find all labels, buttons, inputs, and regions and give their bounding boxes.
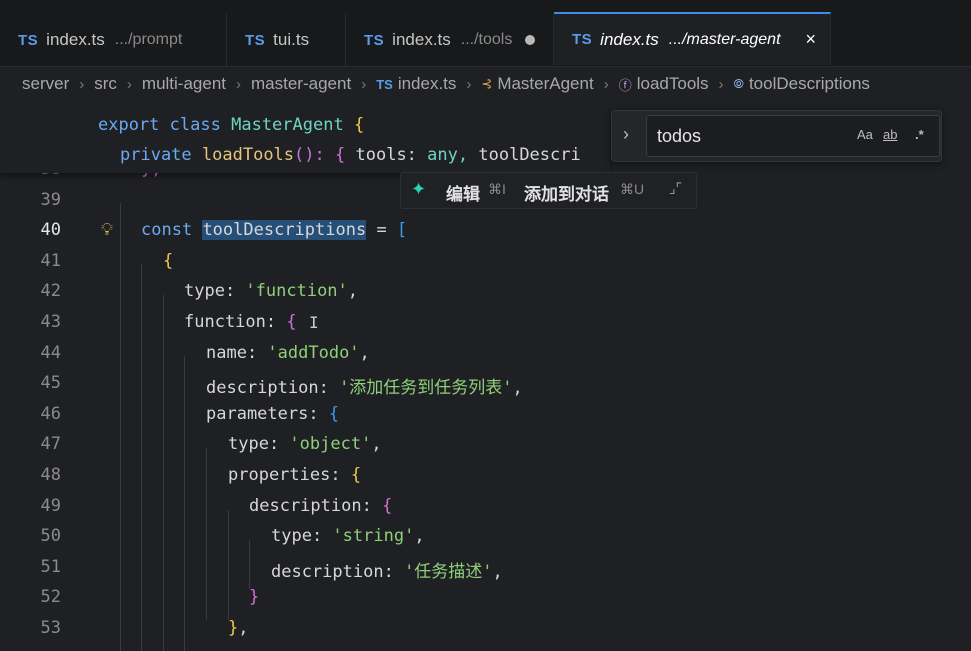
tab-path: .../tools: [460, 31, 513, 48]
inline-action-bar: ✦ 编辑 ⌘I 添加到对话 ⌘U ⌟⌜: [400, 172, 697, 209]
tab-label: index.ts: [46, 30, 105, 49]
typescript-icon: TS: [18, 31, 39, 49]
chevron-right-icon[interactable]: ›: [623, 124, 629, 145]
variable-icon: ⦾: [733, 76, 744, 91]
match-case-icon[interactable]: Aa: [857, 127, 873, 142]
add-to-chat-action[interactable]: 添加到对话: [524, 180, 609, 205]
code-line[interactable]: 51 description: '任务描述',: [0, 557, 971, 588]
typescript-icon: TS: [572, 31, 593, 48]
tab-index-tools[interactable]: TS index.ts .../tools: [346, 14, 554, 66]
unsaved-dot-icon[interactable]: [525, 35, 535, 45]
chevron-right-icon: ›: [361, 75, 367, 93]
selected-word: toolDescriptions: [202, 220, 367, 240]
typescript-icon: TS: [376, 76, 393, 92]
code-line[interactable]: 42 type: 'function',: [0, 281, 971, 312]
lightbulb-icon[interactable]: 💡︎: [101, 220, 113, 240]
chevron-right-icon: ›: [126, 75, 132, 93]
code-line[interactable]: 40 💡︎ const toolDescriptions = [: [0, 220, 971, 251]
regex-icon[interactable]: .*: [915, 127, 924, 142]
code-line[interactable]: 45 description: '添加任务到任务列表',: [0, 373, 971, 404]
code-line[interactable]: 50 type: 'string',: [0, 526, 971, 557]
code-line[interactable]: 48 properties: {: [0, 465, 971, 496]
close-icon[interactable]: ×: [805, 29, 816, 50]
code-line[interactable]: 41{: [0, 251, 971, 282]
breadcrumb-item[interactable]: MasterAgent: [497, 74, 593, 94]
tab-path: .../master-agent: [668, 30, 781, 48]
breadcrumb-item[interactable]: src: [94, 74, 117, 94]
breadcrumb-item[interactable]: index.ts: [398, 74, 457, 94]
tab-index-master-agent[interactable]: TS index.ts .../master-agent ×: [554, 12, 831, 65]
breadcrumb-item[interactable]: server: [22, 74, 69, 94]
sticky-scroll[interactable]: export class MasterAgent { private loadT…: [0, 109, 610, 173]
tab-bar: TS index.ts .../prompt TS tui.ts TS inde…: [0, 0, 971, 67]
code-line[interactable]: 52}: [0, 587, 971, 618]
collapse-icon[interactable]: ⌟⌜: [669, 180, 682, 197]
sticky-line[interactable]: export class MasterAgent {: [98, 115, 364, 135]
method-icon: ⓕ: [618, 77, 632, 93]
breadcrumb-item[interactable]: loadTools: [637, 74, 709, 94]
class-icon: ⊰: [481, 76, 493, 91]
sticky-line[interactable]: private loadTools(): { tools: any, toolD…: [120, 145, 581, 165]
chevron-right-icon: ›: [718, 75, 724, 93]
shortcut-label: ⌘U: [620, 181, 645, 197]
tab-label: tui.ts: [273, 30, 310, 49]
shortcut-label: ⌘I: [488, 181, 506, 197]
tab-path: .../prompt: [114, 31, 183, 48]
code-line[interactable]: 44 name: 'addTodo',: [0, 343, 971, 374]
match-whole-word-icon[interactable]: ab: [883, 127, 897, 142]
find-input-value[interactable]: todos: [657, 126, 701, 147]
tab-index-prompt[interactable]: TS index.ts .../prompt: [0, 14, 227, 66]
find-input[interactable]: todos Aa ab .*: [646, 115, 940, 157]
chevron-right-icon: ›: [603, 75, 609, 93]
code-line[interactable]: 43 function: {I: [0, 312, 971, 343]
chevron-right-icon: ›: [466, 75, 472, 93]
breadcrumb: server › src › multi-agent › master-agen…: [0, 67, 971, 101]
tab-label: index.ts: [392, 30, 451, 49]
sparkle-icon: ✦: [411, 179, 427, 199]
breadcrumb-item[interactable]: toolDescriptions: [749, 74, 870, 94]
typescript-icon: TS: [364, 31, 385, 49]
breadcrumb-item[interactable]: multi-agent: [142, 74, 226, 94]
code-line[interactable]: 49 description: {: [0, 496, 971, 527]
code-editor[interactable]: 38}, 39 40💡︎const toolDescriptions = [ 4…: [0, 173, 971, 651]
typescript-icon: TS: [245, 31, 266, 49]
code-line[interactable]: 53},: [0, 618, 971, 649]
find-widget: › todos Aa ab .*: [611, 110, 942, 162]
tab-label: index.ts: [600, 29, 659, 49]
code-line[interactable]: 46 parameters: {: [0, 404, 971, 435]
chevron-right-icon: ›: [236, 75, 242, 93]
code-line[interactable]: 47 type: 'object',: [0, 434, 971, 465]
text-cursor-icon: I: [309, 313, 319, 332]
tab-tui[interactable]: TS tui.ts: [227, 14, 346, 66]
edit-action[interactable]: 编辑: [446, 180, 480, 205]
chevron-right-icon: ›: [79, 75, 85, 93]
breadcrumb-item[interactable]: master-agent: [251, 74, 351, 94]
